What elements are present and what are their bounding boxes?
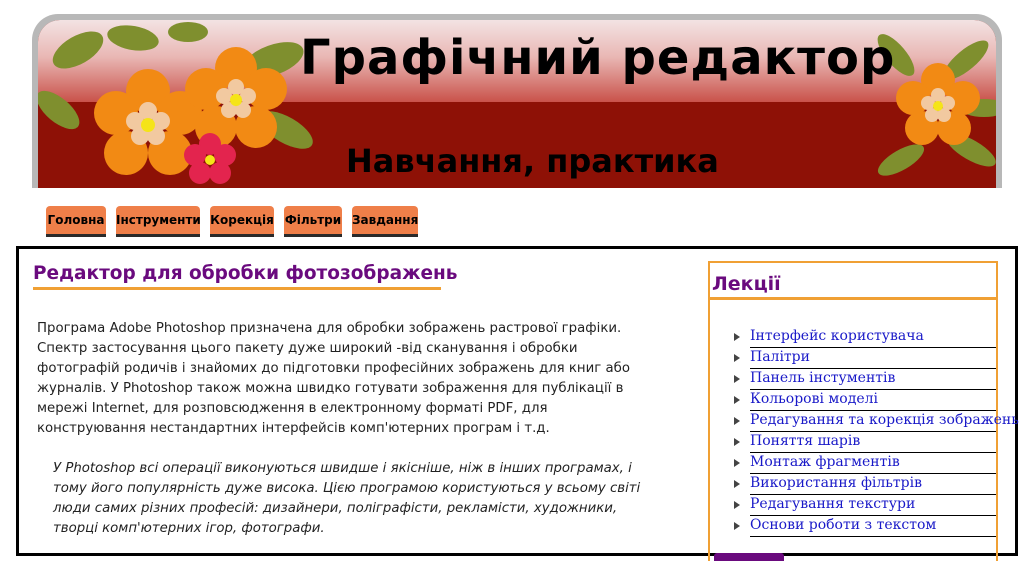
lecture-link[interactable]: Панель інстументів <box>734 369 996 390</box>
tab-home[interactable]: Головна <box>46 206 106 237</box>
lecture-link[interactable]: Інтерфейс користувача <box>734 327 996 348</box>
lecture-link-label: Інтерфейс користувача <box>750 328 924 344</box>
header-banner: Графічний редактор Навчання, практика <box>32 14 1002 188</box>
sidebar-title: Лекції <box>710 273 996 300</box>
bullet-icon <box>734 375 740 383</box>
lecture-link[interactable]: Палітри <box>734 348 996 369</box>
banner-background: Графічний редактор Навчання, практика <box>38 20 996 188</box>
lecture-link-label: Кольорові моделі <box>750 391 879 407</box>
lecture-link[interactable]: Основи роботи з текстом <box>734 516 996 537</box>
flowers-decoration-left-icon <box>38 22 313 184</box>
article-title: Редактор для обробки фотозображень <box>33 263 458 290</box>
lecture-link[interactable]: Редагування текстури <box>734 495 996 516</box>
main-content: Редактор для обробки фотозображень Прогр… <box>16 246 1019 561</box>
lectures-sidebar: Лекції Інтерфейс користувача Палітри Пан… <box>708 261 1019 561</box>
lecture-link[interactable]: Поняття шарів <box>734 432 996 453</box>
lecture-link[interactable]: Монтаж фрагментів <box>734 453 996 474</box>
tab-correction[interactable]: Корекція <box>210 206 274 237</box>
tab-tools[interactable]: Інструменти <box>116 206 201 237</box>
lecture-link[interactable]: Кольорові моделі <box>734 390 996 411</box>
lecture-link[interactable]: Використання фільтрів <box>734 474 996 495</box>
lecture-link-label: Палітри <box>750 349 810 365</box>
lectures-list: Інтерфейс користувача Палітри Панель інс… <box>734 327 1019 537</box>
lecture-link-label: Панель інстументів <box>750 370 896 386</box>
lecture-link-label: Редагування та корекція зображень <box>750 412 1019 428</box>
lecture-link[interactable]: Редагування та корекція зображень <box>734 411 1019 432</box>
bullet-icon <box>734 501 740 509</box>
article-quote: У Photoshop всі операції виконуються шви… <box>53 461 641 536</box>
lecture-link-label: Редагування текстури <box>750 496 916 512</box>
lecture-link-label: Монтаж фрагментів <box>750 454 900 470</box>
bullet-icon <box>734 522 740 530</box>
lecture-link-label: Поняття шарів <box>750 433 861 449</box>
bullet-icon <box>734 480 740 488</box>
bullet-icon <box>734 459 740 467</box>
site-title: Графічний редактор <box>300 30 896 86</box>
bullet-icon <box>734 396 740 404</box>
article-paragraph: Програма Adobe Photoshop призначена для … <box>37 321 630 436</box>
tab-tasks[interactable]: Завдання <box>352 206 418 237</box>
next-section-heading-cut <box>714 553 784 561</box>
lecture-link-label: Використання фільтрів <box>750 475 922 491</box>
bullet-icon <box>734 438 740 446</box>
bullet-icon <box>734 333 740 341</box>
bullet-icon <box>734 354 740 362</box>
tab-filters[interactable]: Фільтри <box>284 206 342 237</box>
bullet-icon <box>734 417 740 425</box>
site-subtitle: Навчання, практика <box>346 142 719 180</box>
lecture-link-label: Основи роботи з текстом <box>750 517 937 533</box>
